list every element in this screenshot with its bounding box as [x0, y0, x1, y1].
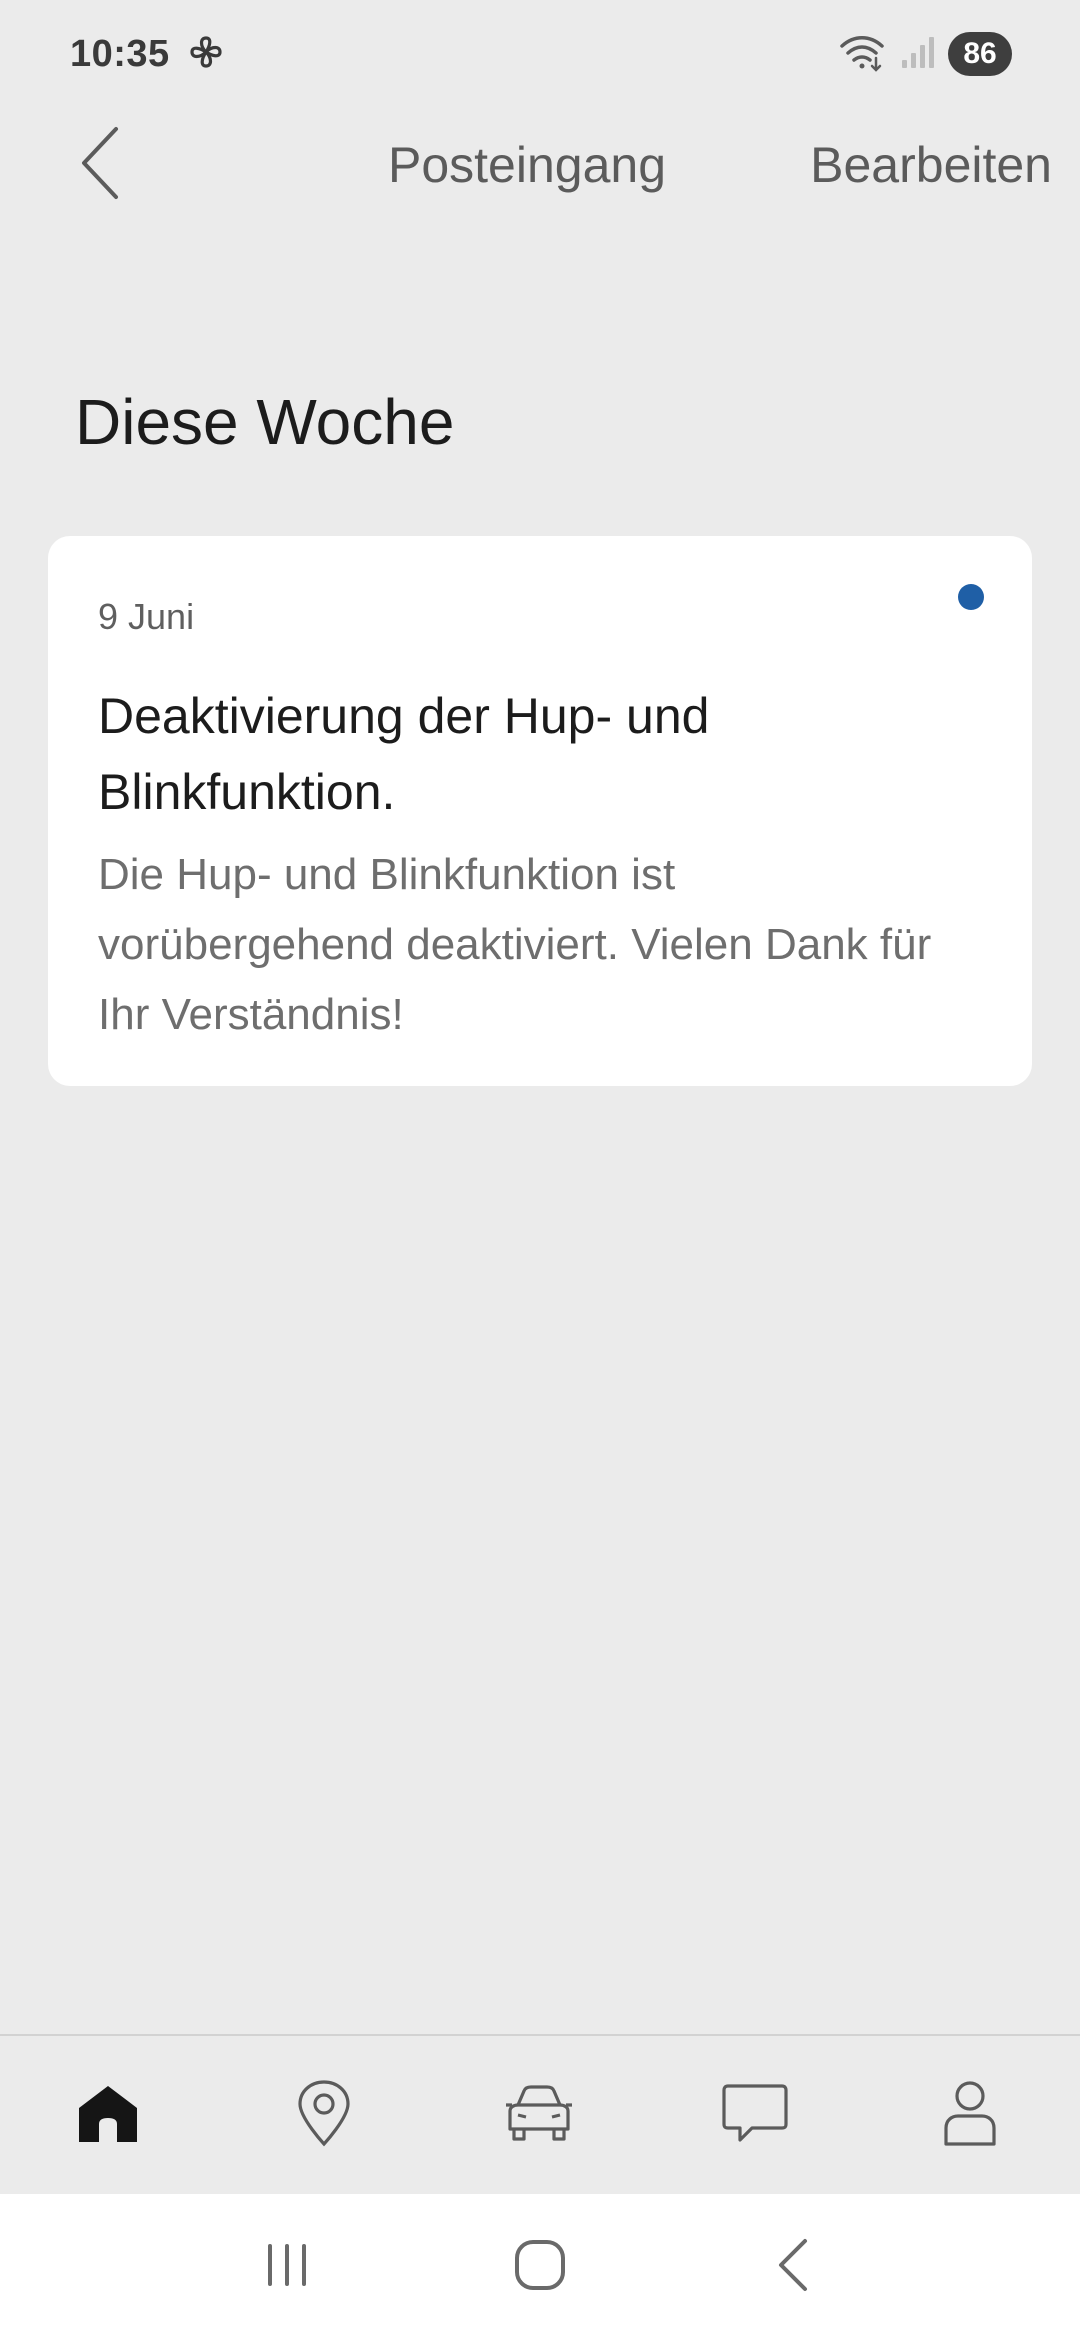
chat-icon: [720, 2082, 790, 2149]
back-button[interactable]: [60, 120, 140, 210]
home-circle-icon: [513, 2238, 567, 2297]
back-icon: [773, 2237, 813, 2298]
edit-button[interactable]: Bearbeiten: [810, 136, 1052, 194]
system-nav-bar: [0, 2194, 1080, 2340]
status-right: 86: [838, 32, 1012, 77]
message-title: Deaktivierung der Hup- und Blinkfunktion…: [98, 688, 710, 820]
header: Posteingang Bearbeiten: [0, 110, 1080, 220]
status-bar: 10:35 86: [0, 0, 1080, 108]
message-date: 9 Juni: [98, 596, 195, 637]
wifi-icon: [838, 32, 886, 77]
car-icon: [504, 2083, 574, 2148]
home-icon: [75, 2080, 141, 2151]
tab-profile[interactable]: [902, 2055, 1038, 2175]
unread-indicator: [958, 584, 984, 610]
status-left: 10:35: [70, 32, 226, 77]
section-title: Diese Woche: [75, 386, 455, 458]
battery-indicator: 86: [948, 32, 1012, 76]
tab-map[interactable]: [256, 2055, 392, 2175]
tab-vehicle[interactable]: [471, 2055, 607, 2175]
chevron-left-icon: [78, 125, 122, 206]
tab-home[interactable]: [40, 2055, 176, 2175]
recents-button[interactable]: [227, 2217, 347, 2317]
message-card[interactable]: 9 Juni Deaktivierung der Hup- und Blinkf…: [48, 536, 1032, 1086]
back-nav-button[interactable]: [733, 2217, 853, 2317]
recents-icon: [262, 2240, 312, 2295]
map-pin-icon: [294, 2078, 354, 2153]
pinwheel-icon: [186, 32, 226, 77]
bottom-tab-bar: [0, 2034, 1080, 2194]
signal-icon: [900, 34, 934, 75]
tab-messages[interactable]: [687, 2055, 823, 2175]
page-title: Posteingang: [388, 137, 667, 193]
profile-icon: [940, 2078, 1000, 2153]
status-time: 10:35: [70, 32, 170, 75]
home-nav-button[interactable]: [480, 2217, 600, 2317]
message-body: Die Hup- und Blinkfunktion ist vorüberge…: [98, 850, 932, 1039]
